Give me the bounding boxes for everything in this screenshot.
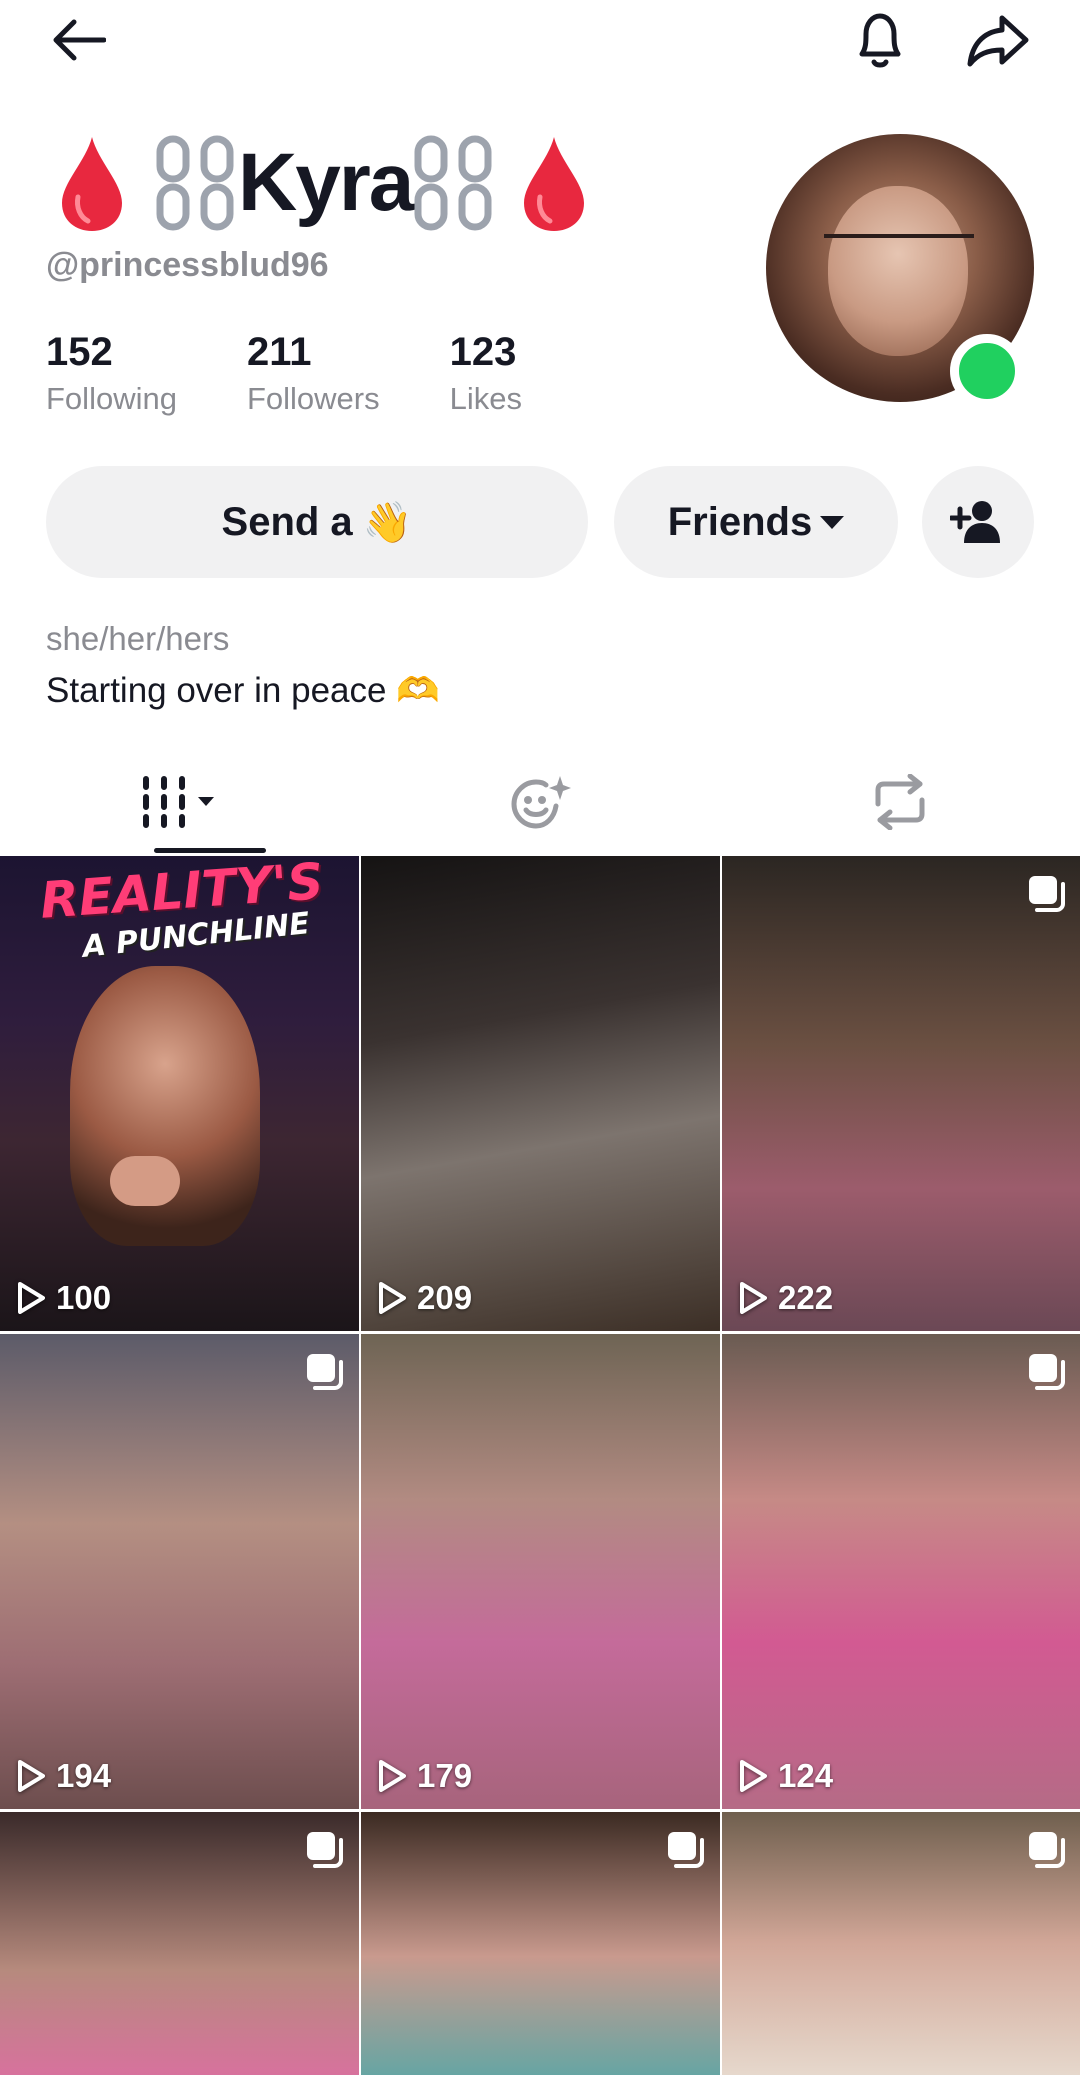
tab-selected-indicator [154, 848, 266, 853]
caret-down-icon [820, 515, 845, 529]
tab-reposts[interactable] [720, 752, 1080, 852]
blood-drop-icon [524, 137, 585, 231]
video-thumbnail[interactable]: 222 [722, 856, 1080, 1331]
play-icon [18, 1282, 45, 1314]
view-count-value: 179 [417, 1757, 473, 1794]
friends-label: Friends [667, 499, 813, 544]
play-icon [740, 1282, 767, 1314]
photo-carousel-icon [668, 1832, 704, 1868]
view-count: 222 [738, 1279, 833, 1317]
stat-label: Followers [246, 381, 380, 416]
play-icon [379, 1282, 406, 1314]
video-thumbnail[interactable]: 124 [722, 1334, 1080, 1809]
view-count-value: 194 [56, 1757, 112, 1794]
profile-stats: 152 Following 211 Followers 123 Likes [46, 330, 592, 417]
stat-following[interactable]: 152 Following [46, 330, 177, 417]
play-icon [740, 1760, 767, 1792]
stat-value: 152 [46, 330, 113, 374]
pronouns: she/her/hers [46, 620, 230, 657]
send-wave-label: Send a [221, 499, 353, 544]
view-count-value: 100 [56, 1279, 112, 1316]
stat-label: Likes [449, 381, 522, 416]
share-button[interactable] [958, 0, 1038, 80]
add-friend-button[interactable] [922, 466, 1034, 578]
photo-carousel-icon [1029, 1354, 1065, 1390]
bell-icon [859, 13, 901, 68]
photo-carousel-icon [1029, 1832, 1065, 1868]
thumbnail-illustration [70, 966, 260, 1246]
video-thumbnail[interactable]: 209 [361, 856, 720, 1331]
view-count-value: 124 [778, 1757, 834, 1794]
video-thumbnail[interactable] [722, 1812, 1080, 2075]
photo-carousel-icon [1029, 876, 1065, 912]
username-handle[interactable]: @princessblud96 [46, 246, 329, 285]
blood-drop-icon [62, 137, 122, 231]
stat-followers[interactable]: 211 Followers [247, 330, 380, 417]
view-count: 209 [377, 1279, 472, 1317]
photo-carousel-icon [307, 1354, 343, 1390]
thumbnail-pointing-hand [110, 1156, 180, 1206]
chain-icon [414, 135, 492, 231]
stat-value: 123 [449, 330, 517, 374]
stat-value: 211 [246, 330, 312, 374]
grid-icon [143, 776, 214, 828]
tab-videos[interactable] [0, 752, 360, 852]
video-thumbnail[interactable] [0, 1812, 359, 2075]
back-arrow-icon [53, 19, 106, 61]
video-thumbnail[interactable]: 194 [0, 1334, 359, 1809]
view-count: 179 [377, 1757, 472, 1795]
video-grid: REALITY'S A PUNCHLINE 100 209 222 194 17… [0, 856, 1080, 2075]
stat-label: Following [46, 381, 177, 416]
display-name-row: Kyra [58, 128, 588, 238]
video-thumbnail[interactable]: 179 [361, 1334, 720, 1809]
view-count-value: 209 [417, 1279, 473, 1316]
view-count: 100 [16, 1279, 111, 1317]
play-icon [18, 1760, 45, 1792]
friends-button[interactable]: Friends [614, 466, 898, 578]
emoji-sparkle-icon [511, 776, 571, 829]
view-count-value: 222 [778, 1279, 834, 1316]
view-count: 194 [16, 1757, 111, 1795]
top-bar [0, 0, 1080, 80]
view-count: 124 [738, 1757, 833, 1795]
profile-tabs [0, 752, 1080, 852]
back-button[interactable] [38, 0, 118, 80]
share-arrow-icon [967, 15, 1029, 67]
display-name: Kyra [238, 137, 414, 228]
wave-hand-icon: 👋 [362, 499, 413, 546]
notifications-button[interactable] [840, 0, 920, 80]
repost-icon [875, 774, 925, 830]
chain-icon [156, 135, 234, 231]
photo-carousel-icon [307, 1832, 343, 1868]
video-thumbnail[interactable] [361, 1812, 720, 2075]
avatar-glasses [824, 234, 974, 274]
tab-emoji[interactable] [360, 752, 720, 852]
bio-text: Starting over in peace 🫶 [46, 671, 440, 710]
video-thumbnail[interactable]: REALITY'S A PUNCHLINE 100 [0, 856, 359, 1331]
online-status-dot [950, 334, 1024, 408]
stat-likes[interactable]: 123 Likes [450, 330, 522, 417]
send-wave-button[interactable]: Send a 👋 [46, 466, 588, 578]
add-user-icon [950, 501, 1000, 543]
play-icon [379, 1760, 406, 1792]
